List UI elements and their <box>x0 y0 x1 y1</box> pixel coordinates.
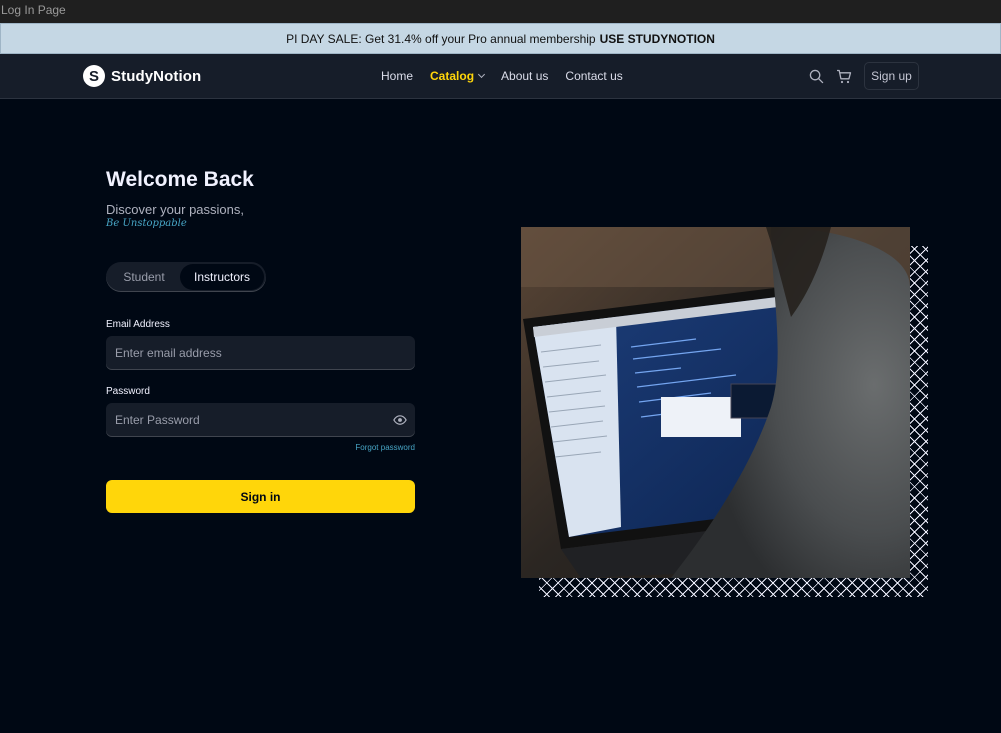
promo-code: USE STUDYNOTION <box>599 31 715 46</box>
nav-link-about[interactable]: About us <box>501 69 548 83</box>
password-field[interactable]: Enter Password <box>106 403 415 437</box>
email-field[interactable]: Enter email address <box>106 336 415 370</box>
login-image <box>521 227 910 578</box>
email-label: Email Address <box>106 319 170 330</box>
nav-links: Home Catalog About us Contact us <box>381 54 623 98</box>
signup-button[interactable]: Sign up <box>864 62 919 90</box>
navbar: S StudyNotion Home Catalog About us Cont… <box>0 54 1001 99</box>
sign-in-button[interactable]: Sign in <box>106 480 415 513</box>
brand-logo[interactable]: S StudyNotion <box>83 64 201 88</box>
nav-link-contact[interactable]: Contact us <box>565 69 622 83</box>
login-form: Welcome Back Discover your passions, Be … <box>106 166 415 513</box>
page-title: Welcome Back <box>106 168 254 191</box>
nav-link-catalog-label: Catalog <box>430 69 475 83</box>
search-icon[interactable] <box>808 68 824 84</box>
window-title: Log In Page <box>0 0 1001 23</box>
password-label: Password <box>106 386 150 397</box>
logo-mark: S <box>83 65 105 87</box>
account-type-toggle: Student Instructors <box>106 262 266 292</box>
promo-banner: PI DAY SALE: Get 31.4% off your Pro annu… <box>0 23 1001 54</box>
subtitle: Discover your passions, <box>106 202 244 217</box>
chevron-down-icon <box>477 70 486 79</box>
nav-link-catalog[interactable]: Catalog <box>430 69 486 83</box>
tab-student[interactable]: Student <box>108 264 180 290</box>
email-placeholder: Enter email address <box>115 346 222 360</box>
eye-icon[interactable] <box>393 413 407 427</box>
forgot-password-link[interactable]: Forgot password <box>355 443 415 452</box>
tagline: Be Unstoppable <box>106 218 187 229</box>
brand-name: StudyNotion <box>111 67 202 85</box>
cart-icon[interactable] <box>836 68 852 84</box>
nav-link-home[interactable]: Home <box>381 69 413 83</box>
nav-actions: Sign up <box>808 62 919 90</box>
tab-instructors[interactable]: Instructors <box>180 264 264 290</box>
promo-text: PI DAY SALE: Get 31.4% off your Pro annu… <box>286 31 596 46</box>
password-placeholder: Enter Password <box>115 413 200 427</box>
